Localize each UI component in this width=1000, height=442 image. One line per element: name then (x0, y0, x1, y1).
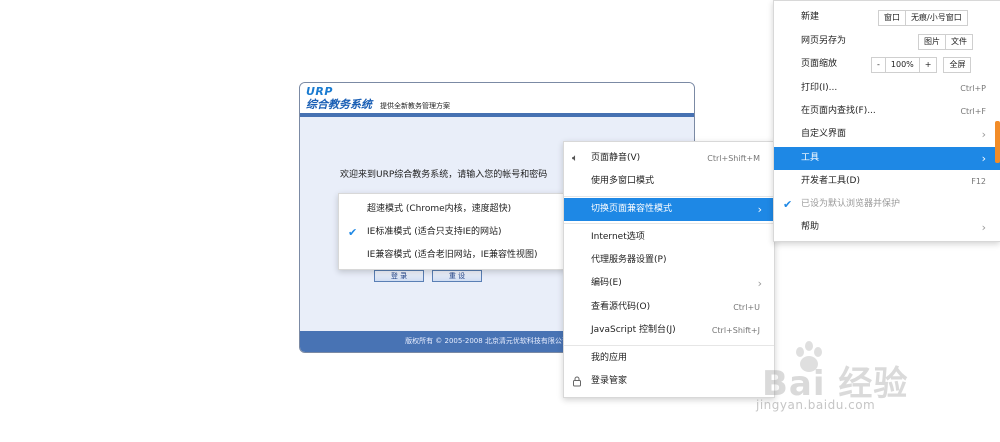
menu-item-shortcut: Ctrl+P (960, 84, 986, 93)
urp-header: URP 综合教务系统 提供全新教务管理方案 (300, 83, 694, 113)
urp-logo-main: 综合教务系统 (306, 98, 372, 111)
urp-header-bar (300, 113, 694, 117)
menu-item-shortcut: Ctrl+Shift+M (707, 154, 760, 163)
checkmark-icon: ✔ (348, 226, 358, 239)
menu-item-label: 切换页面兼容性模式 (591, 204, 673, 214)
menu-item-label: 查看源代码(O) (591, 302, 651, 312)
compat-item-ie-compat[interactable]: IE兼容模式 (适合老旧网站，IE兼容性视图) (339, 244, 565, 267)
speaker-icon: 🔈︎ (572, 153, 578, 164)
menu-row-save-as: 网页另存为 图片 文件 (774, 30, 1000, 53)
chevron-right-icon: › (981, 152, 986, 165)
chevron-right-icon: › (981, 221, 986, 234)
menu-item-label: 编码(E) (591, 278, 622, 288)
menu-item-default-browser: ✔ 已设为默认浏览器并保护 (774, 193, 1000, 216)
menu-item-label: 代理服务器设置(P) (591, 255, 667, 265)
menu-item-label: JavaScript 控制台(J) (591, 325, 676, 335)
watermark-url: jingyan.baidu.com (756, 398, 876, 412)
compat-item-speed[interactable]: 超速模式 (Chrome内核，速度超快) (339, 198, 565, 221)
menu-item-label: 帮助 (801, 222, 820, 232)
menu-item-label: 登录管家 (591, 376, 628, 386)
menu-item-label: 新建 (801, 12, 820, 22)
menu-item-label: 开发者工具(D) (801, 176, 860, 186)
menu-item-shortcut: Ctrl+U (733, 303, 760, 312)
chevron-right-icon: › (757, 203, 762, 216)
compat-item-label: IE标准模式 (适合只支持IE的网站) (367, 227, 502, 237)
menu-item-devtools[interactable]: 开发者工具(D) F12 (774, 170, 1000, 193)
menu-item-label: 我的应用 (591, 353, 628, 363)
menu-item-mute[interactable]: 🔈︎ 页面静音(V) Ctrl+Shift+M (564, 147, 774, 170)
menu-item-compat-mode[interactable]: 切换页面兼容性模式 › (564, 198, 774, 221)
menu-separator (564, 223, 774, 224)
chevron-right-icon: › (757, 277, 762, 290)
menu-item-tools[interactable]: 工具 › (774, 147, 1000, 170)
compat-item-label: 超速模式 (Chrome内核，速度超快) (367, 204, 512, 214)
menu-item-label: 页面静音(V) (591, 153, 641, 163)
save-as-image-button[interactable]: 图片 (918, 34, 946, 50)
menu-item-encoding[interactable]: 编码(E) › (564, 272, 774, 295)
menu-item-label: Internet选项 (591, 232, 645, 242)
menu-item-label: 工具 (801, 153, 820, 163)
urp-welcome-text: 欢迎来到URP综合教务系统，请输入您的帐号和密码 (340, 170, 548, 180)
menu-item-shortcut: Ctrl+F (960, 107, 986, 116)
compat-item-ie-standard[interactable]: ✔ IE标准模式 (适合只支持IE的网站) (339, 221, 565, 244)
new-incognito-window-button[interactable]: 无痕/小号窗口 (905, 10, 968, 26)
chevron-right-icon: › (981, 128, 986, 141)
menu-item-label: 打印(I)... (801, 83, 838, 93)
menu-separator (564, 196, 774, 197)
menu-item-label: 使用多窗口模式 (591, 176, 655, 186)
menu-scrollbar-thumb[interactable] (995, 121, 1000, 163)
login-button[interactable]: 登 录 (374, 270, 424, 282)
menu-item-label: 页面缩放 (801, 59, 838, 69)
new-window-button[interactable]: 窗口 (878, 10, 906, 26)
fullscreen-button[interactable]: 全屏 (943, 57, 972, 73)
compat-mode-submenu: 超速模式 (Chrome内核，速度超快) ✔ IE标准模式 (适合只支持IE的网… (338, 193, 566, 270)
browser-main-menu: 新建 窗口 无痕/小号窗口 网页另存为 图片 文件 页面缩放 - 100% + … (773, 0, 1000, 242)
menu-item-label: 在页面内查找(F)... (801, 106, 876, 116)
zoom-out-button[interactable]: - (871, 57, 886, 73)
menu-item-help[interactable]: 帮助 › (774, 216, 1000, 239)
menu-item-view-source[interactable]: 查看源代码(O) Ctrl+U (564, 296, 774, 319)
reset-button[interactable]: 重 设 (432, 270, 482, 282)
lock-icon (572, 370, 582, 396)
menu-item-print[interactable]: 打印(I)... Ctrl+P (774, 77, 1000, 100)
menu-item-shortcut: F12 (971, 177, 986, 186)
menu-item-label: 自定义界面 (801, 129, 847, 139)
compat-item-label: IE兼容模式 (适合老旧网站，IE兼容性视图) (367, 250, 538, 260)
menu-item-label: 网页另存为 (801, 36, 847, 46)
checkmark-icon: ✔ (783, 198, 793, 211)
urp-slogan: 提供全新教务管理方案 (380, 102, 450, 110)
menu-item-multi-window[interactable]: 使用多窗口模式 (564, 170, 774, 193)
menu-item-customize[interactable]: 自定义界面 › (774, 123, 1000, 146)
zoom-in-button[interactable]: + (918, 57, 938, 73)
menu-item-internet-options[interactable]: Internet选项 (564, 226, 774, 249)
zoom-level: 100% (884, 57, 920, 73)
menu-item-proxy[interactable]: 代理服务器设置(P) (564, 249, 774, 272)
save-as-file-button[interactable]: 文件 (945, 34, 973, 50)
menu-item-find[interactable]: 在页面内查找(F)... Ctrl+F (774, 100, 1000, 123)
menu-item-label: 已设为默认浏览器并保护 (801, 199, 901, 209)
menu-row-new: 新建 窗口 无痕/小号窗口 (774, 6, 1000, 29)
menu-row-zoom: 页面缩放 - 100% + 全屏 (774, 53, 1000, 76)
baidu-watermark: Bai 经验 jingyan.baidu.com (730, 338, 1000, 418)
